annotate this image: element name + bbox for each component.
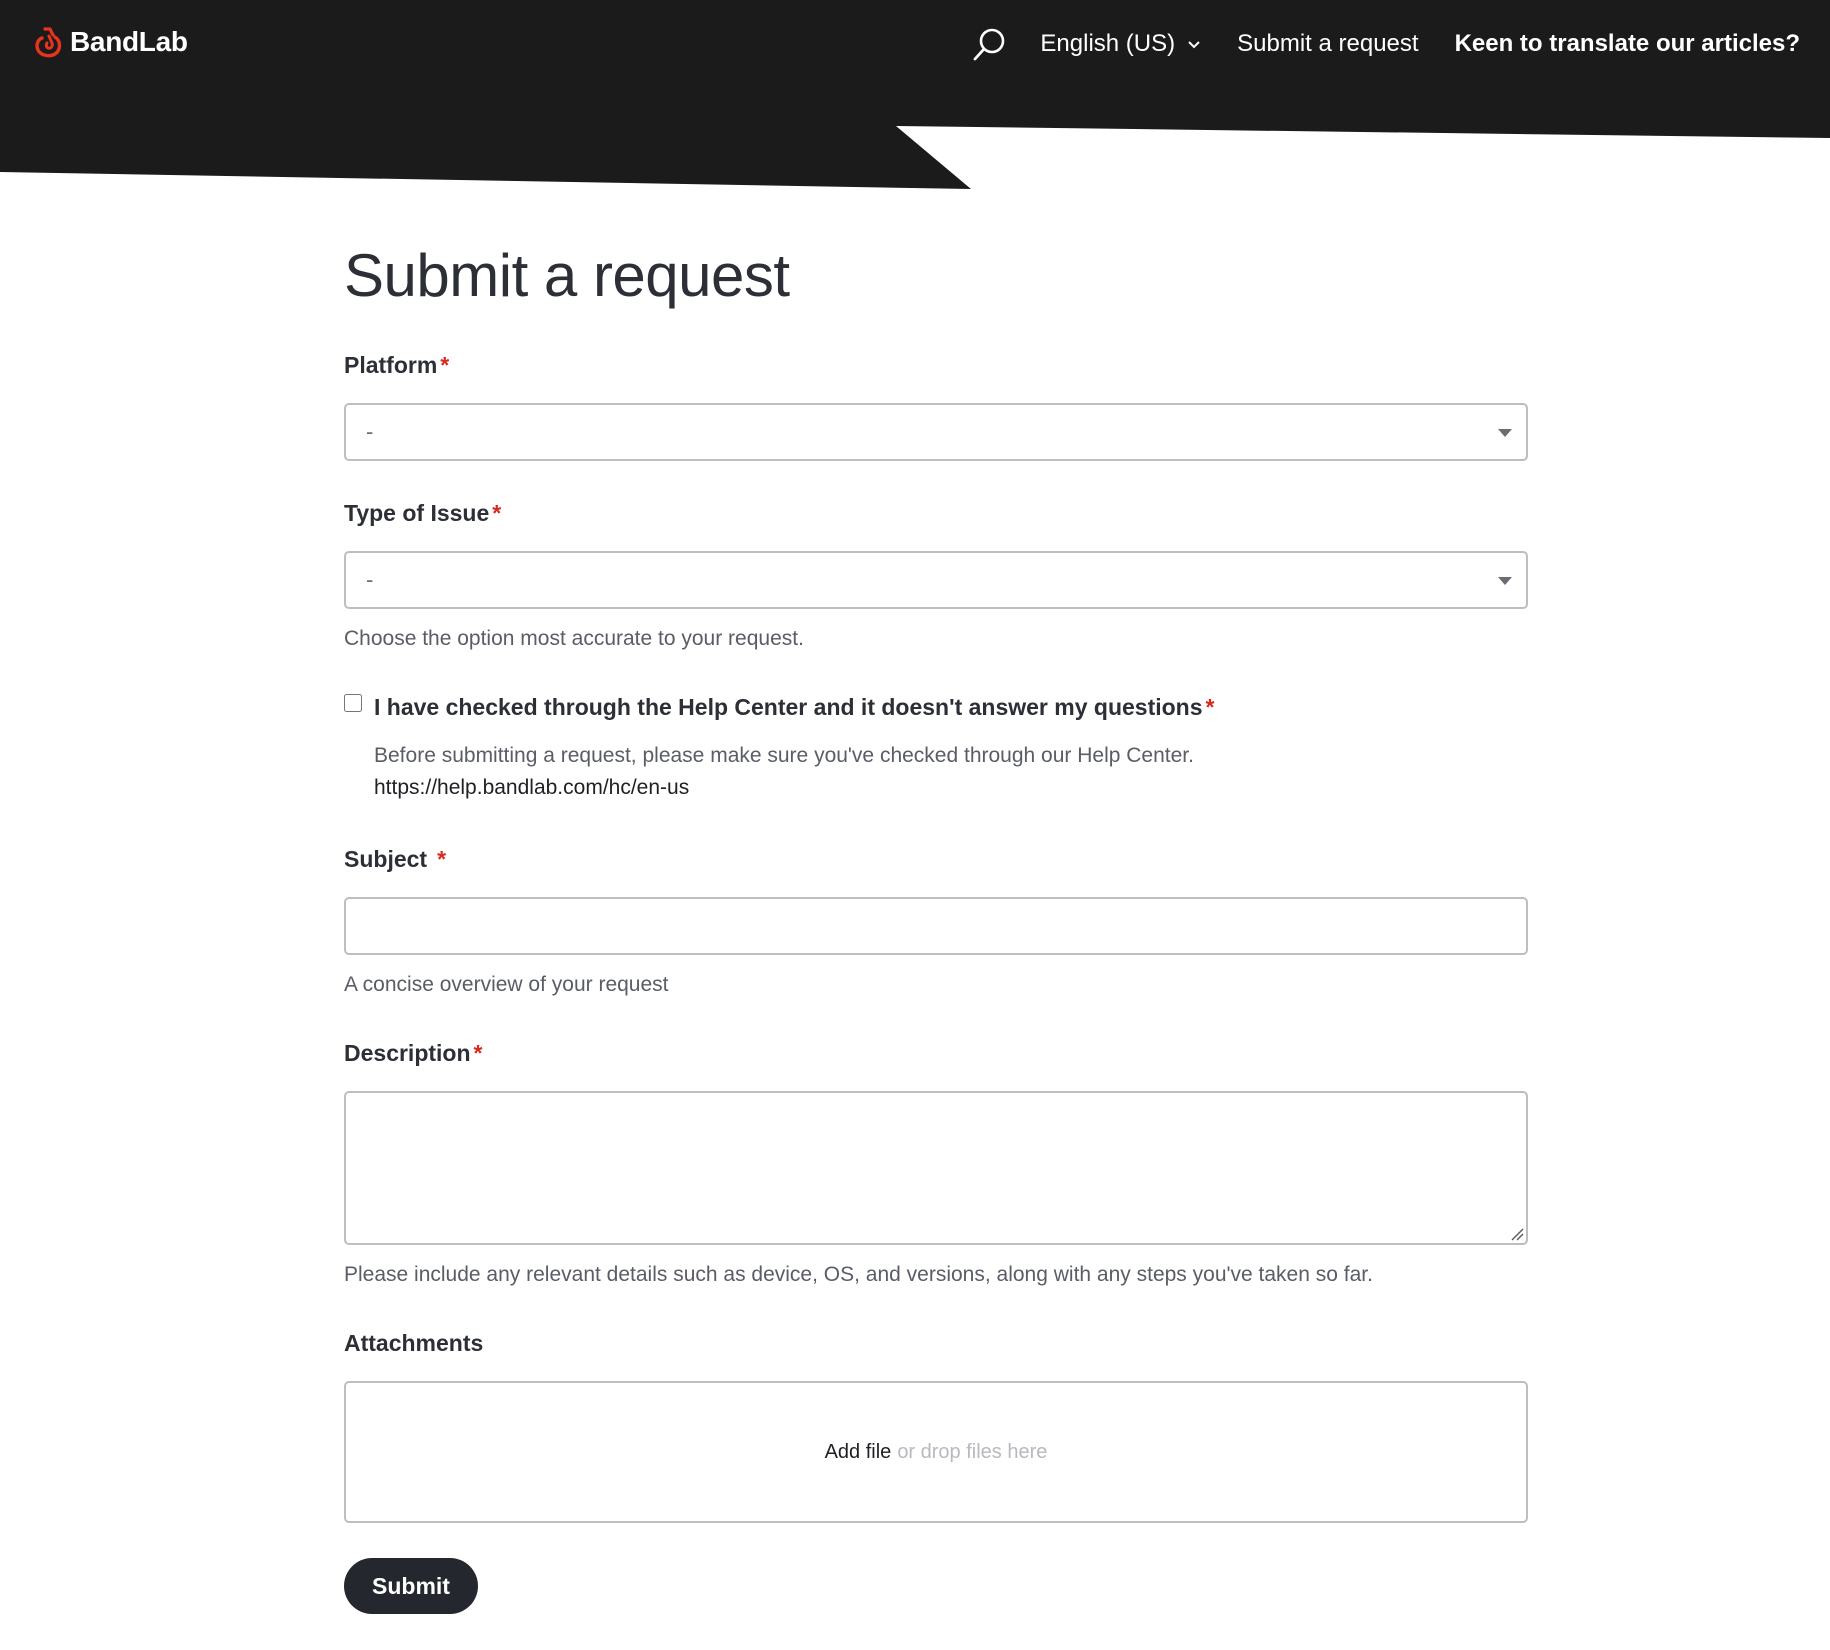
platform-select[interactable]: - (344, 403, 1528, 461)
attachments-field: Attachments (344, 1328, 1528, 1358)
required-marker: * (440, 352, 450, 378)
description-field: Description * (344, 1038, 1528, 1068)
subject-input[interactable] (344, 897, 1528, 955)
resize-grip-icon[interactable] (1508, 1225, 1524, 1241)
drop-files-text: or drop files here (897, 1440, 1048, 1463)
issue-type-select-value: - (366, 567, 374, 592)
platform-field: Platform * (344, 350, 1528, 380)
search-button[interactable] (968, 22, 1012, 66)
subject-label-text: Subject (344, 846, 428, 872)
issue-type-hint: Choose the option most accurate to your … (344, 627, 804, 650)
help-check-label[interactable]: I have checked through the Help Center a… (374, 692, 1214, 722)
dropdown-arrow-icon (1498, 577, 1512, 585)
issue-type-field: Type of Issue * (344, 498, 1528, 528)
description-hint: Please include any relevant details such… (344, 1263, 1373, 1286)
issue-type-select[interactable]: - (344, 551, 1528, 609)
required-marker: * (437, 846, 447, 872)
brand-name: BandLab (70, 26, 188, 57)
language-selector[interactable]: English (US) (1040, 30, 1201, 58)
bandlab-logo[interactable]: BandLab (34, 24, 188, 60)
chevron-down-icon (1188, 41, 1200, 49)
subject-field: Subject * (344, 844, 1528, 874)
subject-label: Subject * (344, 844, 1528, 874)
description-textarea[interactable] (344, 1091, 1528, 1245)
platform-label-text: Platform (344, 352, 438, 378)
submit-button[interactable]: Submit (344, 1558, 478, 1614)
add-file-link[interactable]: Add file (825, 1441, 892, 1464)
nav-submit-request-link[interactable]: Submit a request (1237, 30, 1418, 58)
attachments-dropzone[interactable]: Add file or drop files here (344, 1381, 1528, 1523)
help-check-field: I have checked through the Help Center a… (344, 692, 1528, 802)
description-wrapper (344, 1091, 1528, 1245)
attachments-label: Attachments (344, 1330, 484, 1356)
help-check-label-text: I have checked through the Help Center a… (374, 694, 1203, 720)
issue-type-label: Type of Issue * (344, 498, 1528, 528)
description-label: Description * (344, 1038, 1528, 1068)
subject-hint: A concise overview of your request (344, 973, 669, 996)
platform-select-value: - (366, 419, 374, 444)
help-check-description: Before submitting a request, please make… (374, 744, 1194, 767)
search-icon (974, 28, 1005, 61)
description-label-text: Description (344, 1040, 471, 1066)
required-marker: * (473, 1040, 483, 1066)
bandlab-logo-icon (35, 27, 62, 58)
required-marker: * (1205, 694, 1215, 720)
dropdown-arrow-icon (1498, 429, 1512, 437)
language-label: English (US) (1040, 30, 1176, 57)
platform-label: Platform * (344, 350, 1528, 380)
help-center-checkbox[interactable] (344, 694, 362, 712)
page-title: Submit a request (344, 242, 790, 309)
required-marker: * (492, 500, 502, 526)
issue-type-label-text: Type of Issue (344, 500, 490, 526)
nav-translate-link[interactable]: Keen to translate our articles? (1455, 30, 1800, 58)
request-form: Submit a request Platform * - Type of Iss… (344, 240, 1528, 1614)
help-center-url: https://help.bandlab.com/hc/en-us (374, 776, 690, 799)
top-nav: English (US) Submit a request Keen to tr… (968, 20, 1800, 68)
